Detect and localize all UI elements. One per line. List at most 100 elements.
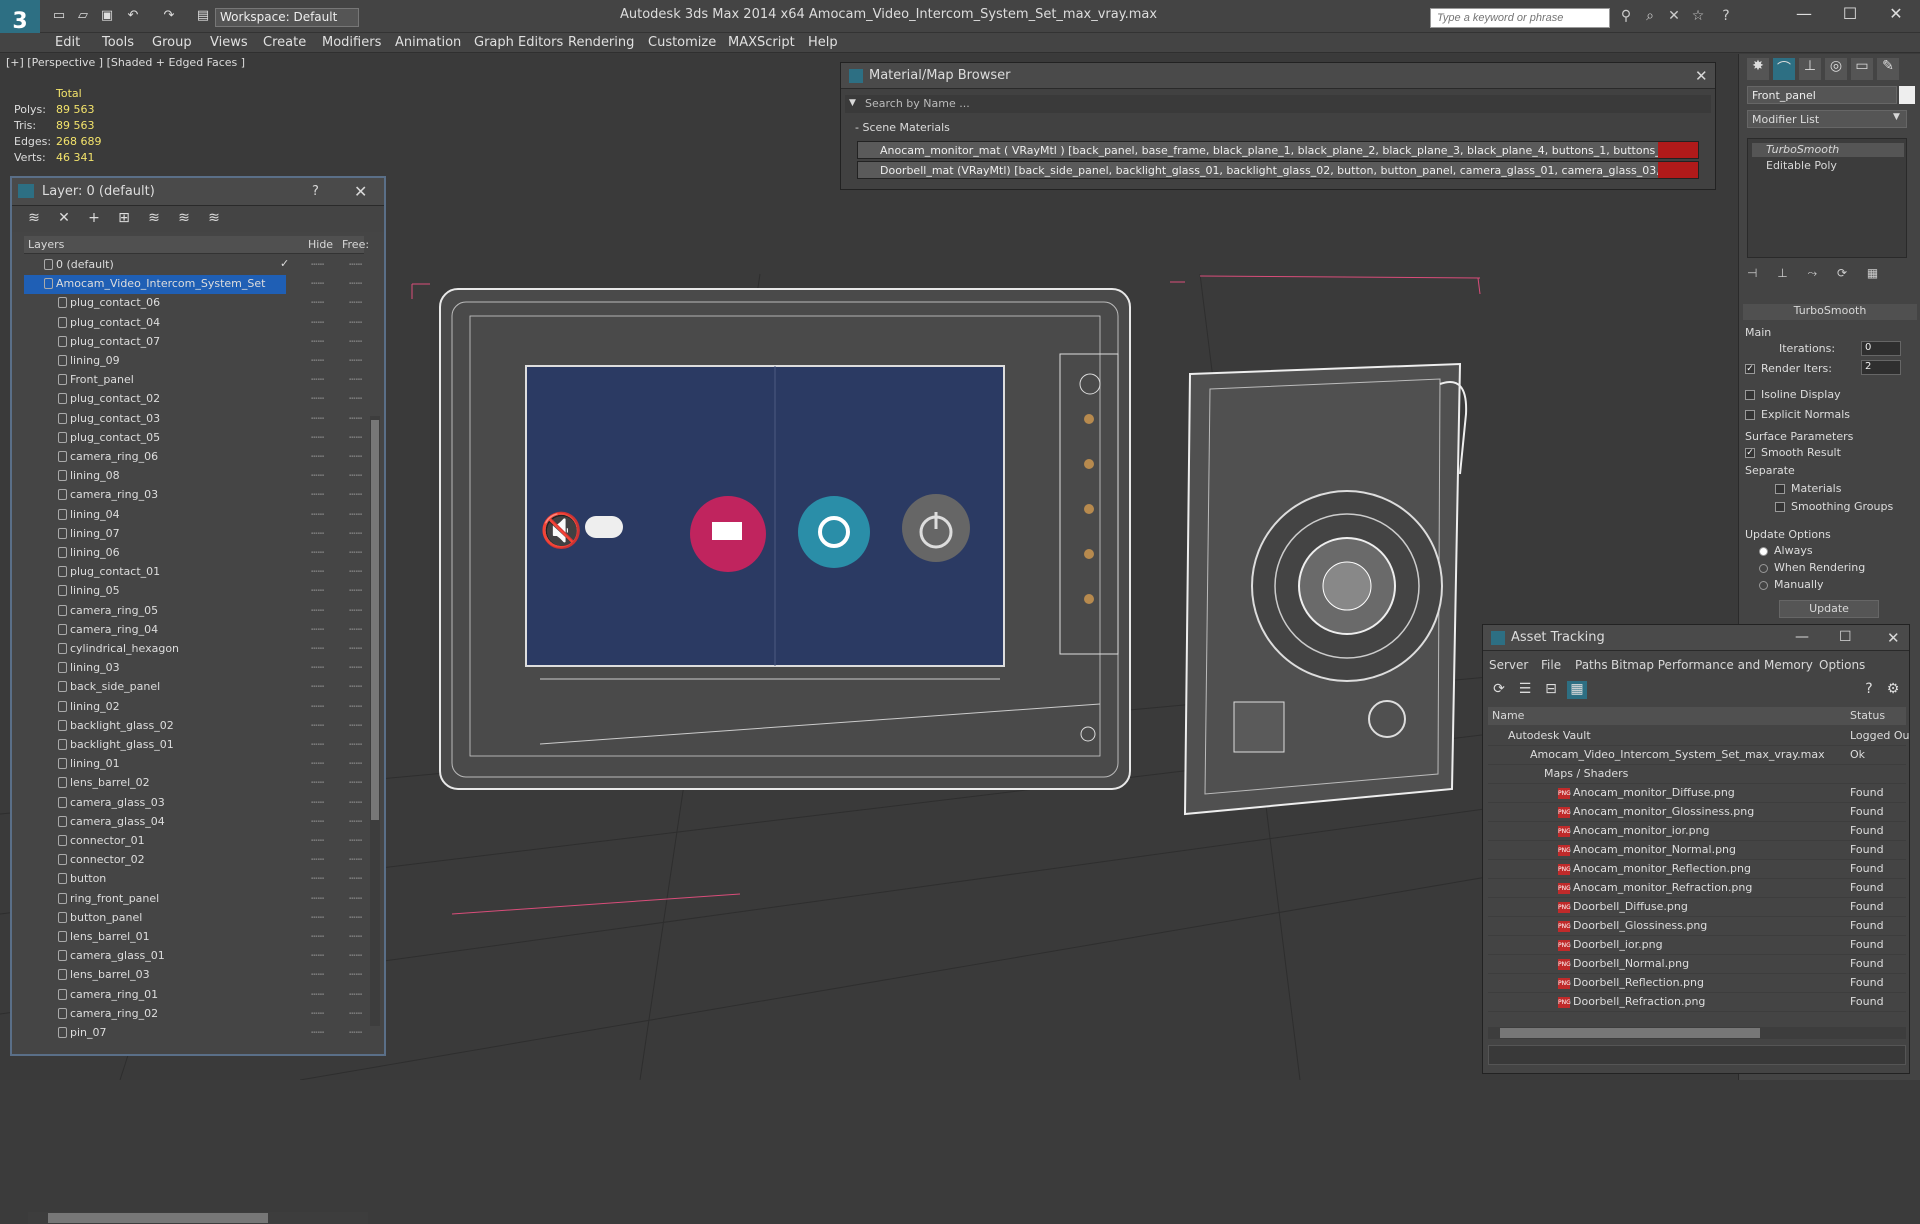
freeze-toggle[interactable]: ┄┄ (349, 296, 362, 309)
explicit-normals-row[interactable]: Explicit Normals (1745, 408, 1913, 421)
freeze-toggle[interactable]: ┄┄ (349, 469, 362, 482)
hide-toggle[interactable]: ┄┄ (311, 1026, 324, 1039)
freeze-toggle[interactable]: ┄┄ (349, 872, 362, 885)
freeze-toggle[interactable]: ┄┄ (349, 680, 362, 693)
hide-toggle[interactable]: ┄┄ (311, 604, 324, 617)
hide-toggle[interactable]: ┄┄ (311, 796, 324, 809)
when-rendering-radio[interactable] (1759, 563, 1768, 573)
layer-object-row[interactable]: lining_06 ┄┄ ┄┄ (24, 544, 364, 563)
freeze-toggle[interactable]: ┄┄ (349, 565, 362, 578)
hide-toggle[interactable]: ┄┄ (311, 412, 324, 425)
smooth-result-checkbox[interactable]: ✓ (1745, 448, 1755, 458)
col-hide[interactable]: Hide (308, 238, 333, 251)
always-radio[interactable] (1759, 546, 1768, 556)
hide-toggle[interactable]: ┄┄ (311, 431, 324, 444)
display-tab-icon[interactable]: ▭ (1851, 58, 1873, 80)
freeze-toggle[interactable]: ┄┄ (349, 450, 362, 463)
freeze-toggle[interactable]: ┄┄ (349, 949, 362, 962)
freeze-toggle[interactable]: ┄┄ (349, 335, 362, 348)
asset-row[interactable]: PNG Doorbell_Diffuse.png Found (1488, 898, 1906, 917)
object-name-field[interactable]: Front_panel (1747, 86, 1897, 104)
freeze-toggle[interactable]: ┄┄ (349, 892, 362, 905)
asset-row[interactable]: PNG Doorbell_Normal.png Found (1488, 955, 1906, 974)
layer-object-row[interactable]: plug_contact_06 ┄┄ ┄┄ (24, 294, 364, 313)
hide-toggle[interactable]: ┄┄ (311, 815, 324, 828)
help-icon[interactable]: ? (1716, 8, 1736, 26)
layer-object-row[interactable]: plug_contact_03 ┄┄ ┄┄ (24, 410, 364, 429)
freeze-toggle[interactable]: ┄┄ (349, 911, 362, 924)
hide-toggle[interactable]: ┄┄ (311, 527, 324, 540)
highlight-layer-icon[interactable]: ≋ (144, 210, 164, 228)
layer-object-row[interactable]: lining_05 ┄┄ ┄┄ (24, 582, 364, 601)
asset-menu-bitmap-performance[interactable]: Bitmap Performance and Memory (1611, 658, 1813, 672)
layer-horizontal-scrollbar[interactable] (28, 1212, 368, 1224)
asset-close-icon[interactable]: ✕ (1887, 629, 1900, 647)
render-iters-checkbox[interactable]: ✓ (1745, 364, 1755, 374)
asset-row[interactable]: PNG Anocam_monitor_Refraction.png Found (1488, 879, 1906, 898)
menu-edit[interactable]: Edit (55, 35, 80, 50)
asset-row[interactable]: PNG Anocam_monitor_ior.png Found (1488, 822, 1906, 841)
layer-object-row[interactable]: camera_ring_03 ┄┄ ┄┄ (24, 486, 364, 505)
favorites-star-icon[interactable]: ☆ (1688, 8, 1708, 26)
menu-views[interactable]: Views (210, 35, 248, 50)
utilities-tab-icon[interactable]: ✎ (1877, 58, 1899, 80)
open-file-icon[interactable]: ▱ (74, 8, 92, 24)
hide-toggle[interactable]: ┄┄ (311, 450, 324, 463)
smooth-result-row[interactable]: ✓ Smooth Result (1745, 446, 1913, 459)
menu-graph-editors[interactable]: Graph Editors (474, 35, 563, 50)
layer-object-row[interactable]: camera_ring_05 ┄┄ ┄┄ (24, 602, 364, 621)
menu-maxscript[interactable]: MAXScript (728, 35, 795, 50)
hide-toggle[interactable]: ┄┄ (311, 316, 324, 329)
layer-object-row[interactable]: plug_contact_05 ┄┄ ┄┄ (24, 429, 364, 448)
layer-object-row[interactable]: lining_09 ┄┄ ┄┄ (24, 352, 364, 371)
freeze-toggle[interactable]: ┄┄ (349, 815, 362, 828)
add-layer-icon[interactable]: + (84, 210, 104, 228)
redo-icon[interactable]: ↷ (160, 8, 178, 24)
asset-horizontal-scrollbar[interactable] (1488, 1027, 1906, 1039)
hide-toggle[interactable]: ┄┄ (311, 757, 324, 770)
layer-object-row[interactable]: lining_04 ┄┄ ┄┄ (24, 506, 364, 525)
layer-object-row[interactable]: plug_contact_01 ┄┄ ┄┄ (24, 563, 364, 582)
hide-toggle[interactable]: ┄┄ (311, 853, 324, 866)
freeze-toggle[interactable]: ┄┄ (349, 776, 362, 789)
maximize-icon[interactable]: ☐ (1830, 4, 1870, 28)
hide-toggle[interactable]: ┄┄ (311, 354, 324, 367)
layer-object-row[interactable]: plug_contact_04 ┄┄ ┄┄ (24, 314, 364, 333)
freeze-toggle[interactable]: ┄┄ (349, 988, 362, 1001)
freeze-toggle[interactable]: ┄┄ (349, 431, 362, 444)
layer-object-row[interactable]: ring_front_panel ┄┄ ┄┄ (24, 890, 364, 909)
layer-object-row[interactable]: lining_02 ┄┄ ┄┄ (24, 698, 364, 717)
stack-item-turbosmooth[interactable]: TurboSmooth (1752, 143, 1904, 157)
asset-menu-server[interactable]: Server (1489, 658, 1528, 672)
menu-customize[interactable]: Customize (648, 35, 716, 50)
chevron-down-icon[interactable]: ▼ (1893, 112, 1900, 122)
hide-toggle[interactable]: ┄┄ (311, 700, 324, 713)
col-status[interactable]: Status (1850, 709, 1885, 722)
material-row[interactable]: Doorbell_mat (VRayMtl) [back_side_panel,… (857, 161, 1699, 179)
layer-object-row[interactable]: plug_contact_07 ┄┄ ┄┄ (24, 333, 364, 352)
freeze-toggle[interactable]: ┄┄ (349, 700, 362, 713)
layer-object-row[interactable]: button ┄┄ ┄┄ (24, 870, 364, 889)
freeze-all-layers-icon[interactable]: ≋ (204, 210, 224, 228)
menu-modifiers[interactable]: Modifiers (322, 35, 381, 50)
asset-menu-options[interactable]: Options (1819, 658, 1865, 672)
freeze-toggle[interactable]: ┄┄ (349, 546, 362, 559)
asset-maximize-icon[interactable]: ☐ (1839, 629, 1852, 645)
menu-rendering[interactable]: Rendering (568, 35, 634, 50)
layer-object-row[interactable]: camera_ring_01 ┄┄ ┄┄ (24, 986, 364, 1005)
scene-materials-header[interactable]: - Scene Materials (845, 119, 1711, 137)
hide-toggle[interactable]: ┄┄ (311, 565, 324, 578)
refresh-icon[interactable]: ⟳ (1489, 681, 1509, 699)
freeze-toggle[interactable]: ┄┄ (349, 1026, 362, 1039)
material-browser-close-icon[interactable]: ✕ (1695, 67, 1708, 85)
asset-row[interactable]: PNG Anocam_monitor_Diffuse.png Found (1488, 784, 1906, 803)
freeze-toggle[interactable]: ┄┄ (349, 316, 362, 329)
asset-row[interactable]: PNG Anocam_monitor_Reflection.png Found (1488, 860, 1906, 879)
undo-icon[interactable]: ↶ (124, 8, 142, 24)
hide-toggle[interactable]: ┄┄ (311, 296, 324, 309)
asset-row[interactable]: PNG Doorbell_Glossiness.png Found (1488, 917, 1906, 936)
hide-toggle[interactable]: ┄┄ (311, 584, 324, 597)
list-view-icon[interactable]: ☰ (1515, 681, 1535, 699)
hierarchy-tab-icon[interactable]: ⊥ (1799, 58, 1821, 80)
menu-create[interactable]: Create (263, 35, 306, 50)
